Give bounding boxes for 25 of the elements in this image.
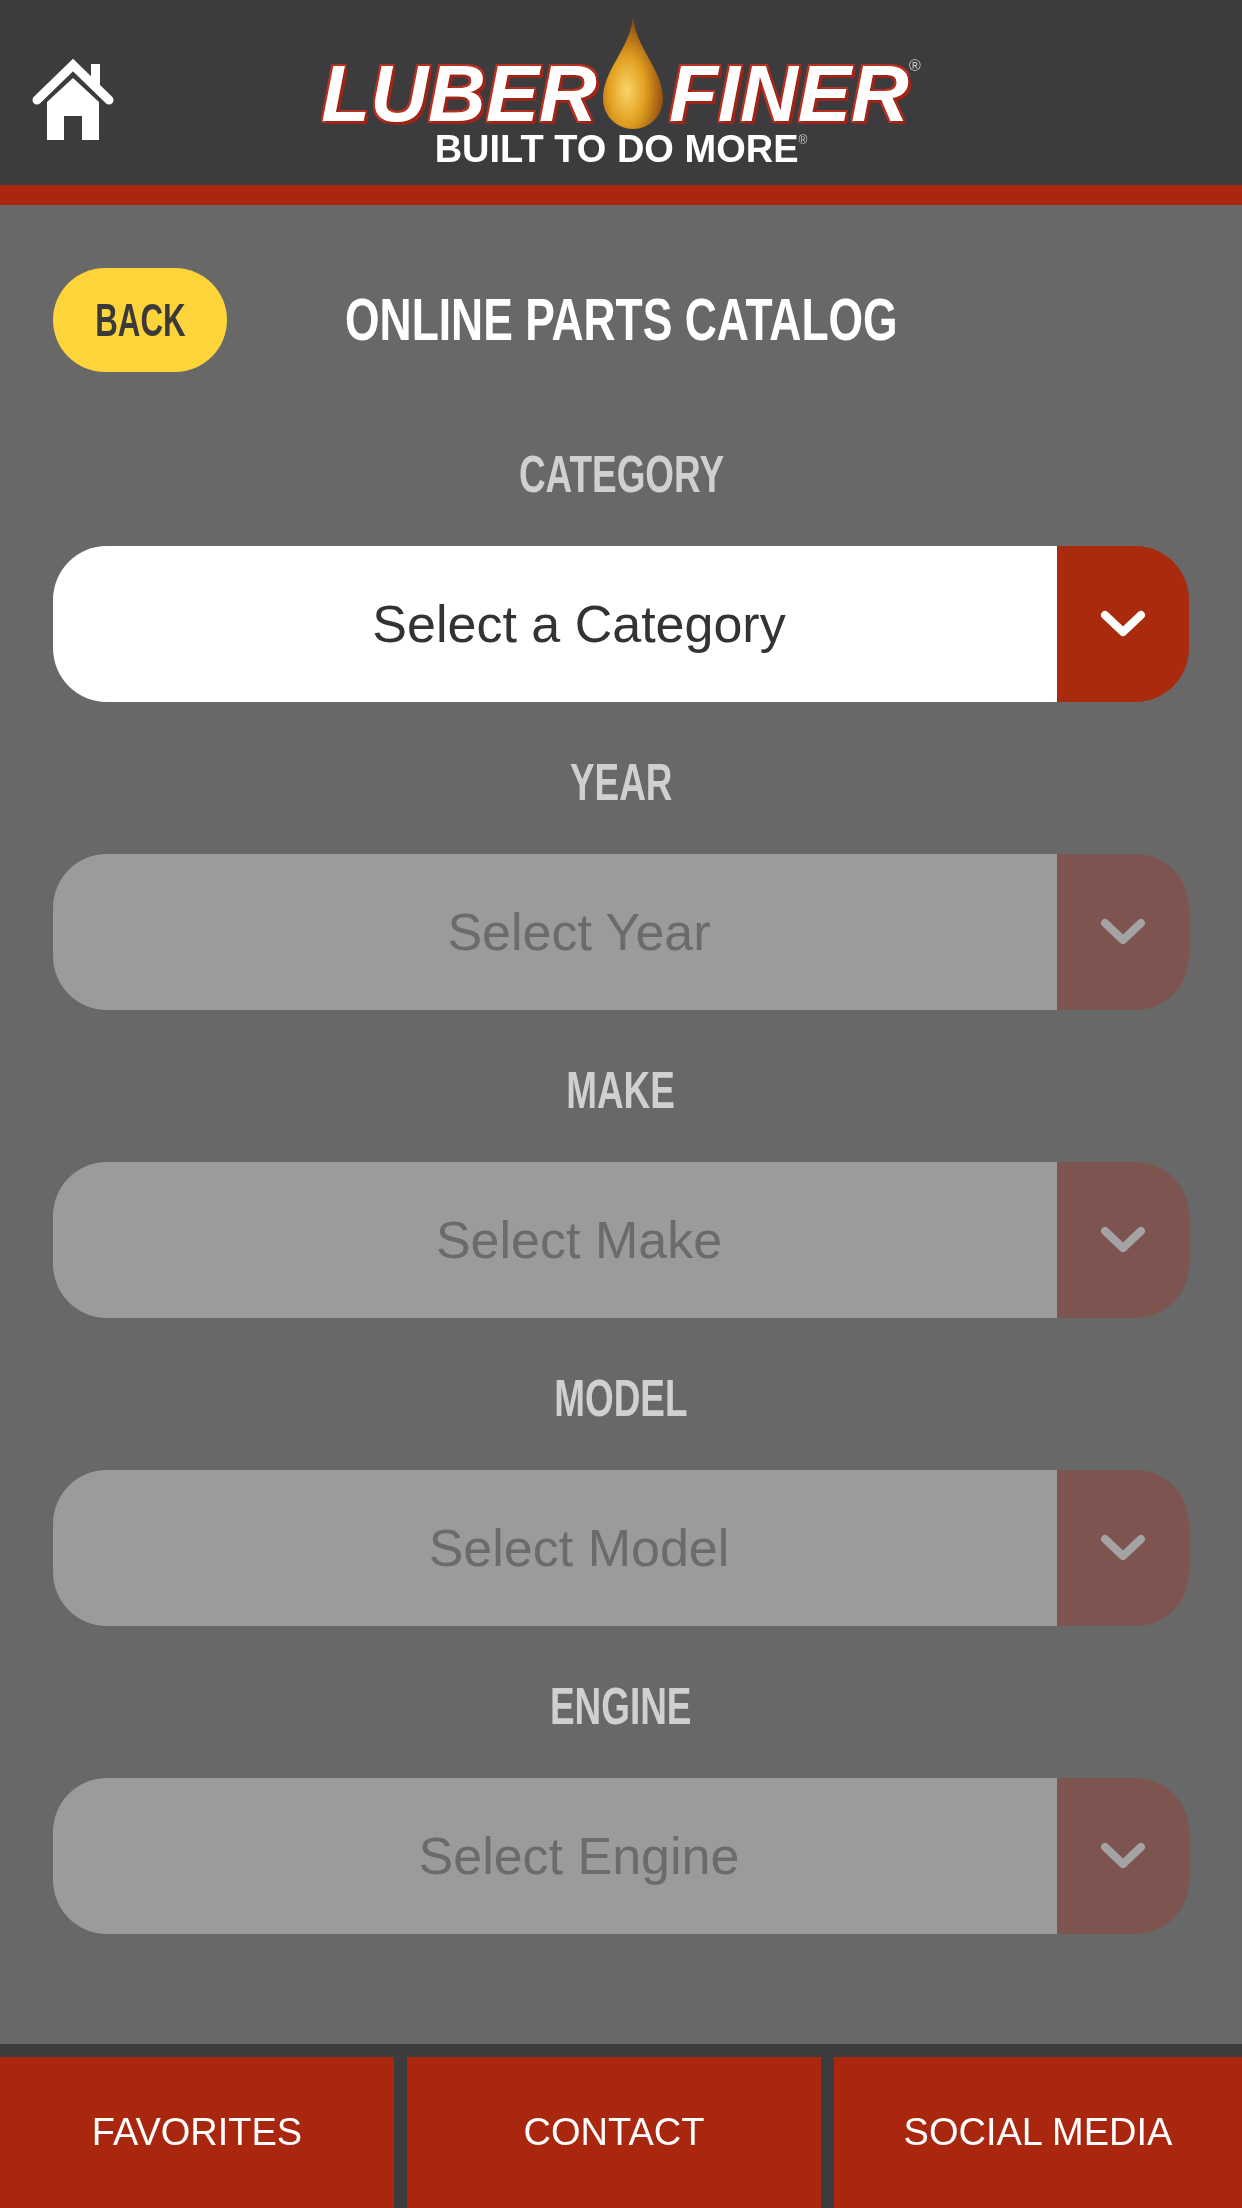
field-label: MODEL xyxy=(554,1372,688,1424)
page-title: ONLINE PARTS CATALOG xyxy=(344,290,898,350)
nav-button[interactable]: SOCIAL MEDIA xyxy=(834,2057,1242,2208)
field-label: ENGINE xyxy=(550,1680,692,1732)
field-label: CATEGORY xyxy=(518,448,724,500)
dropdown-toggle[interactable] xyxy=(1057,854,1189,1010)
nav-button[interactable]: FAVORITES xyxy=(0,2057,394,2208)
dropdown-toggle[interactable] xyxy=(1057,1162,1189,1318)
chevron-down-icon xyxy=(1100,1226,1146,1254)
nav-button[interactable]: CONTACT xyxy=(407,2057,821,2208)
registered-mark: ® xyxy=(798,134,808,146)
dropdown-toggle[interactable] xyxy=(1057,546,1189,702)
chevron-down-icon xyxy=(1100,918,1146,946)
registered-mark: ® xyxy=(908,58,921,74)
select-field[interactable]: Select a Category xyxy=(53,546,1057,702)
dropdown-toggle[interactable] xyxy=(1057,1778,1189,1934)
home-icon[interactable] xyxy=(31,56,115,142)
back-button[interactable]: BACK xyxy=(53,268,227,372)
dropdown-toggle[interactable] xyxy=(1057,1470,1189,1626)
chevron-down-icon xyxy=(1100,1534,1146,1562)
field-label: YEAR xyxy=(569,756,673,808)
chevron-down-icon xyxy=(1100,610,1146,638)
chevron-down-icon xyxy=(1100,1842,1146,1870)
oil-drop-icon xyxy=(600,18,665,130)
field-label: MAKE xyxy=(566,1064,676,1116)
